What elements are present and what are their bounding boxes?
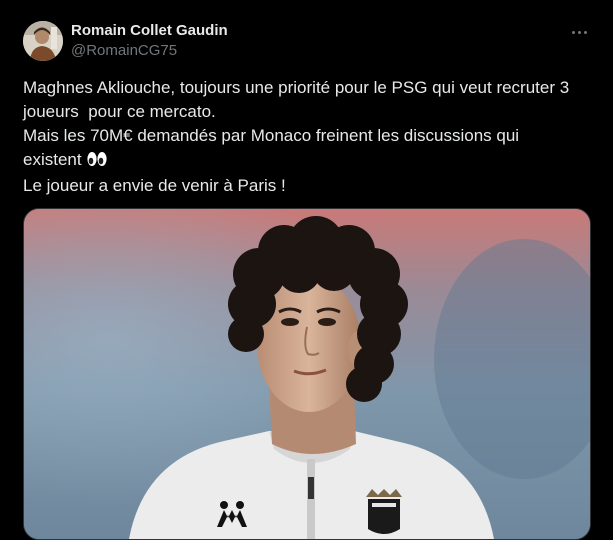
more-options-button[interactable] xyxy=(569,26,589,38)
tweet-card[interactable]: Romain Collet Gaudin @RomainCG75 Maghnes… xyxy=(0,0,613,540)
monaco-crest xyxy=(366,489,402,534)
author-handle[interactable]: @RomainCG75 xyxy=(71,42,177,59)
tweet-line-with-emoji: existent xyxy=(23,148,593,174)
tweet-line: Mais les 70M€ demandés par Monaco freine… xyxy=(23,126,520,145)
tweet-media-photo[interactable] xyxy=(23,208,591,540)
more-dot-icon xyxy=(583,30,587,34)
tweet-line: Maghnes Akliouche, toujours une priorité… xyxy=(23,78,570,97)
author-avatar[interactable] xyxy=(23,21,63,61)
tweet-line: existent xyxy=(23,150,82,169)
player-photo xyxy=(24,209,590,539)
tweet-line: Le joueur a envie de venir à Paris ! xyxy=(23,176,286,195)
tweet-text: Maghnes Akliouche, toujours une priorité… xyxy=(23,76,593,198)
author-display-name[interactable]: Romain Collet Gaudin xyxy=(71,22,228,39)
user-avatar-icon xyxy=(23,21,63,61)
eyes-emoji-icon xyxy=(86,150,108,174)
more-dot-icon xyxy=(577,30,581,34)
tweet-line: joueurs pour ce mercato. xyxy=(23,102,216,121)
more-dot-icon xyxy=(571,30,575,34)
